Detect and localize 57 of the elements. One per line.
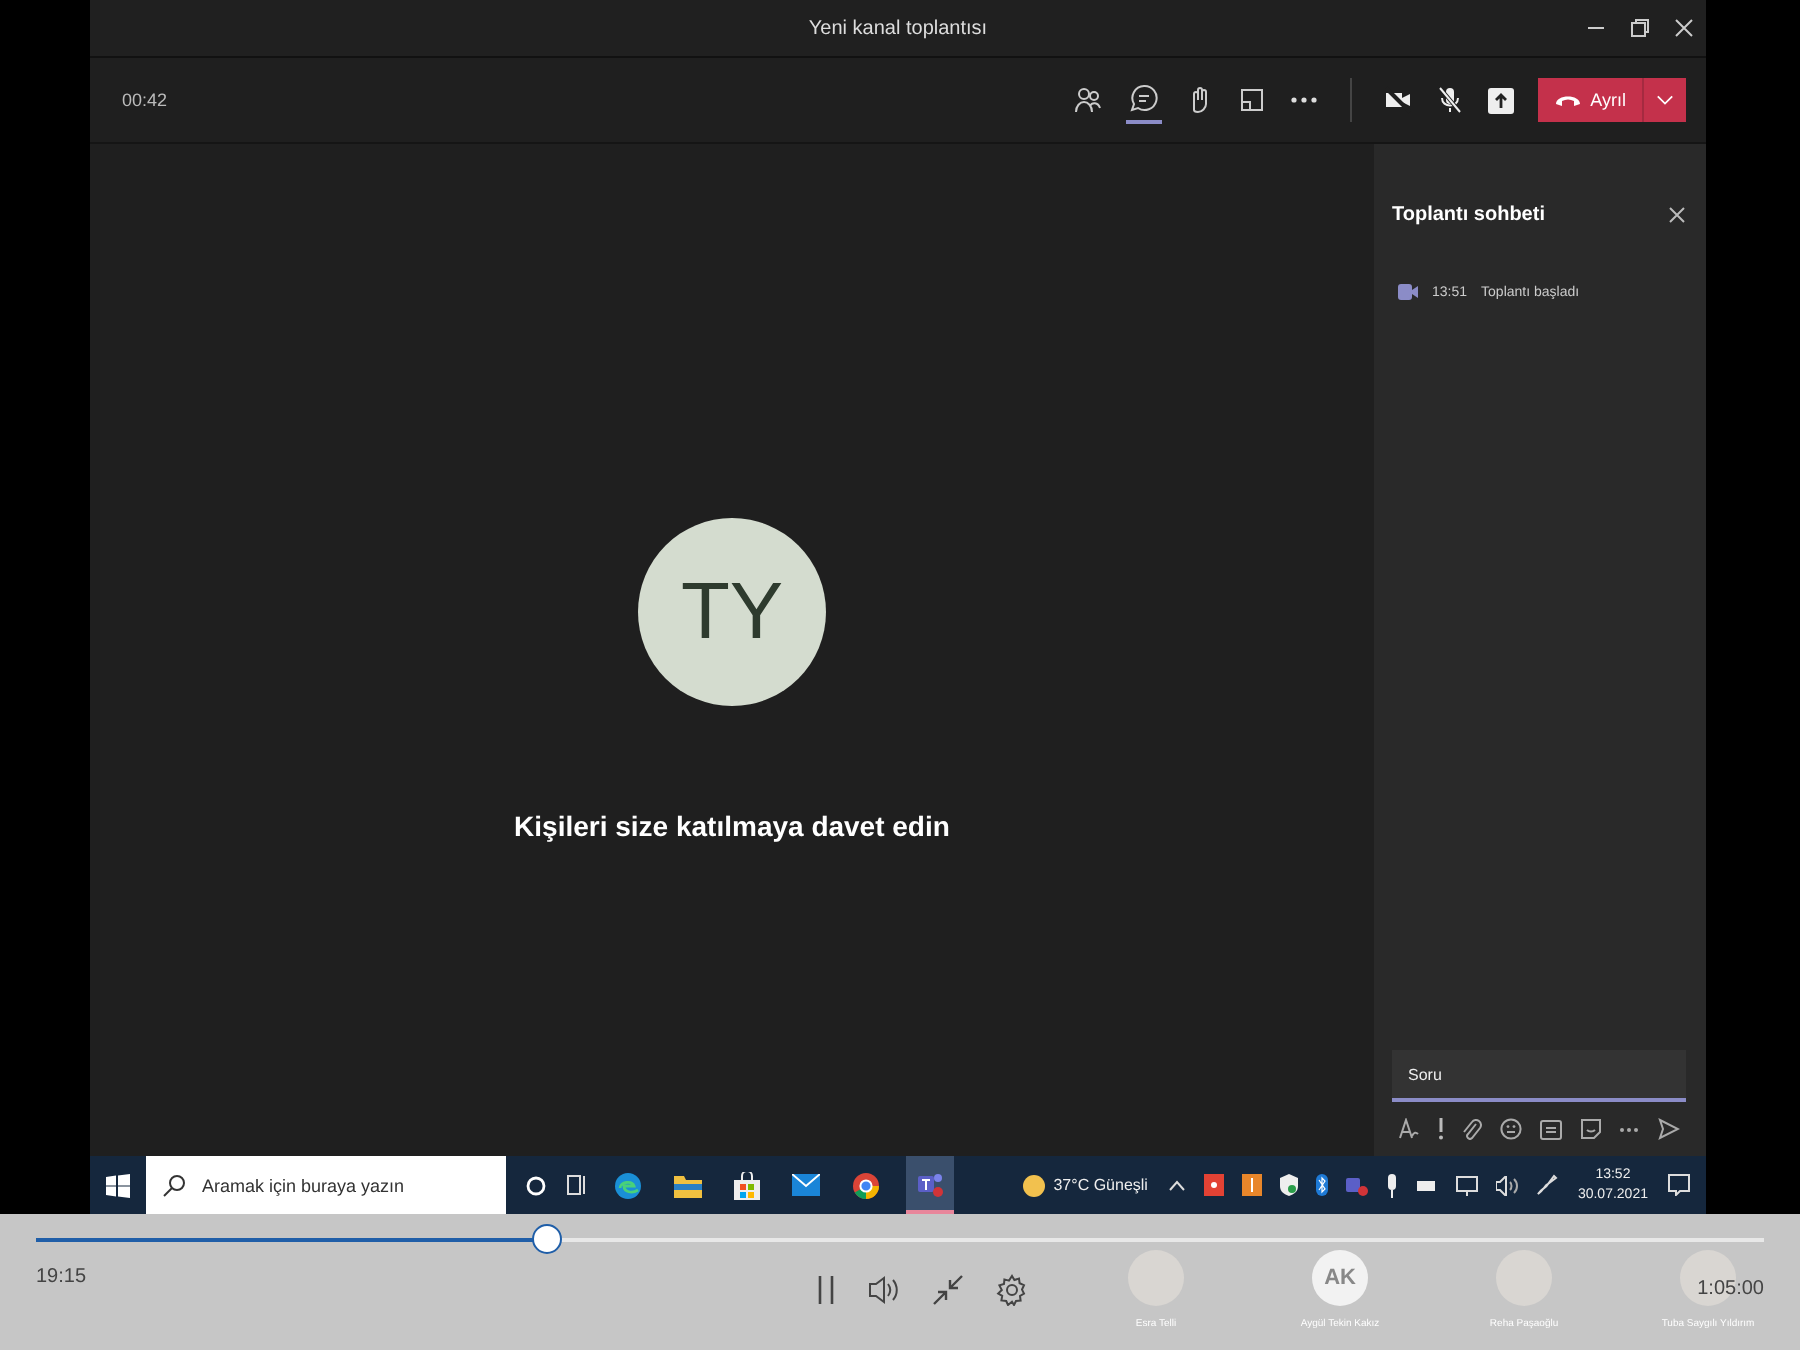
speaker-icon[interactable] — [1495, 1175, 1518, 1195]
bluetooth-icon[interactable] — [1315, 1174, 1328, 1196]
phone-icon — [1554, 92, 1583, 108]
sticker-icon[interactable] — [1580, 1118, 1602, 1140]
weather-text: 37°C Güneşli — [1053, 1176, 1148, 1194]
battery-icon[interactable] — [1415, 1177, 1438, 1193]
cortana-icon[interactable] — [526, 1175, 546, 1195]
store-bag-icon[interactable] — [734, 1171, 760, 1199]
mail-icon[interactable] — [792, 1174, 820, 1196]
invite-text: Kişileri size katılmaya davet edin — [514, 810, 950, 842]
pause-icon[interactable] — [816, 1274, 837, 1306]
send-icon[interactable] — [1658, 1118, 1680, 1140]
message-input[interactable]: Soru — [1392, 1050, 1686, 1102]
chrome-icon[interactable] — [852, 1171, 880, 1199]
mic-off-icon[interactable] — [1436, 86, 1465, 114]
format-icon[interactable] — [1398, 1118, 1420, 1140]
network-icon[interactable] — [1455, 1175, 1478, 1195]
more-icon[interactable] — [1290, 96, 1319, 104]
exit-fullscreen-icon[interactable] — [932, 1274, 965, 1306]
duration-time: 1:05:00 — [1697, 1278, 1764, 1300]
teams-tray-icon[interactable] — [1345, 1174, 1368, 1196]
weather-sun-icon — [1021, 1173, 1046, 1197]
leave-button[interactable]: Ayrıl — [1538, 78, 1642, 122]
gif-icon[interactable] — [1540, 1119, 1562, 1139]
edge-icon[interactable] — [614, 1171, 642, 1199]
rooms-icon[interactable] — [1238, 86, 1267, 114]
teams-taskbar-button[interactable] — [906, 1156, 954, 1214]
task-view-icon[interactable] — [566, 1174, 588, 1196]
teams-icon — [916, 1169, 944, 1197]
settings-icon[interactable] — [996, 1274, 1029, 1306]
volume-icon[interactable] — [868, 1274, 901, 1306]
restore-icon[interactable] — [1630, 18, 1650, 38]
close-icon[interactable] — [1668, 205, 1686, 223]
elapsed-time: 19:15 — [36, 1266, 87, 1288]
shield-icon[interactable] — [1279, 1174, 1298, 1196]
tray-app-icon[interactable] — [1203, 1174, 1224, 1196]
close-icon[interactable] — [1674, 18, 1694, 38]
folder-icon[interactable] — [674, 1173, 702, 1197]
paperclip-icon[interactable] — [1462, 1118, 1482, 1140]
notification-icon[interactable] — [1668, 1174, 1690, 1196]
taskbar-search-field[interactable]: Aramak için buraya yazın — [146, 1156, 506, 1214]
video-camera-icon — [1398, 284, 1418, 300]
seek-thumb[interactable] — [531, 1224, 562, 1254]
window-title: Yeni kanal toplantısı — [808, 17, 988, 39]
call-timer: 00:42 — [122, 90, 168, 110]
search-icon — [162, 1173, 186, 1197]
people-icon[interactable] — [1074, 86, 1103, 114]
tray-app-icon[interactable] — [1241, 1174, 1262, 1196]
pen-icon[interactable] — [1535, 1174, 1558, 1196]
emoji-icon[interactable] — [1500, 1118, 1522, 1140]
exclamation-icon[interactable] — [1438, 1118, 1444, 1140]
chevron-up-icon[interactable] — [1167, 1179, 1186, 1191]
windows-start-icon[interactable] — [106, 1173, 130, 1197]
chat-title: Toplantı sohbeti — [1392, 203, 1545, 225]
share-icon[interactable] — [1488, 87, 1515, 113]
microphone-icon[interactable] — [1385, 1173, 1398, 1197]
avatar: TY — [638, 518, 826, 706]
